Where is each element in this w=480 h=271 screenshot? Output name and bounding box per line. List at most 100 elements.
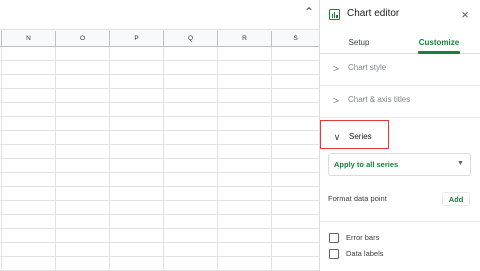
grid-cell[interactable] (218, 89, 272, 103)
grid-cell[interactable] (110, 145, 164, 159)
grid-cell[interactable] (272, 159, 320, 173)
grid-cell[interactable] (164, 243, 218, 257)
grid-cell[interactable] (56, 103, 110, 117)
grid-cell[interactable] (110, 47, 164, 61)
grid-cell[interactable] (272, 103, 320, 117)
grid-cell[interactable] (218, 229, 272, 243)
grid-cell[interactable] (164, 201, 218, 215)
grid-cell[interactable] (164, 89, 218, 103)
grid-cell[interactable] (56, 187, 110, 201)
grid-cell[interactable] (272, 75, 320, 89)
grid-cell[interactable] (2, 47, 56, 61)
grid-cell[interactable] (218, 201, 272, 215)
column-header-q[interactable]: Q (164, 31, 218, 47)
grid-cell[interactable] (110, 201, 164, 215)
grid-cell[interactable] (218, 131, 272, 145)
grid-cell[interactable] (56, 215, 110, 229)
grid-cell[interactable] (164, 117, 218, 131)
grid-cell[interactable] (110, 117, 164, 131)
grid-cell[interactable] (2, 201, 56, 215)
grid-cell[interactable] (56, 243, 110, 257)
grid-cell[interactable] (110, 103, 164, 117)
grid-cell[interactable] (56, 131, 110, 145)
grid-cell[interactable] (110, 187, 164, 201)
grid-cell[interactable] (218, 117, 272, 131)
grid-cell[interactable] (272, 257, 320, 271)
grid-cell[interactable] (218, 159, 272, 173)
grid-cell[interactable] (218, 75, 272, 89)
grid-cell[interactable] (110, 61, 164, 75)
grid-cell[interactable] (164, 47, 218, 61)
grid-cell[interactable] (218, 215, 272, 229)
grid-cell[interactable] (2, 75, 56, 89)
add-format-data-point-button[interactable]: Add (442, 192, 470, 206)
grid-cell[interactable] (2, 117, 56, 131)
grid-cell[interactable] (2, 61, 56, 75)
grid-cell[interactable] (56, 229, 110, 243)
data-labels-option[interactable]: Data labels (328, 248, 468, 262)
grid-cell[interactable] (272, 173, 320, 187)
grid-cell[interactable] (2, 159, 56, 173)
column-header-n[interactable]: N (2, 31, 56, 47)
error-bars-option[interactable]: Error bars (328, 232, 468, 246)
series-select-dropdown[interactable]: Apply to all series ▼ (328, 153, 471, 176)
column-header-o[interactable]: O (56, 31, 110, 47)
column-header-r[interactable]: R (218, 31, 272, 47)
grid-cell[interactable] (110, 229, 164, 243)
grid-cell[interactable] (272, 215, 320, 229)
grid-cell[interactable] (218, 145, 272, 159)
section-chart-axis-titles[interactable]: > Chart & axis titles (320, 86, 480, 118)
grid-cell[interactable] (164, 145, 218, 159)
grid-cell[interactable] (218, 243, 272, 257)
grid-cell[interactable] (272, 243, 320, 257)
grid-cell[interactable] (272, 47, 320, 61)
data-labels-checkbox[interactable] (329, 249, 339, 259)
grid-cell[interactable] (164, 103, 218, 117)
grid-cell[interactable] (56, 173, 110, 187)
grid-cell[interactable] (218, 61, 272, 75)
grid-cell[interactable] (110, 243, 164, 257)
grid-cell[interactable] (56, 117, 110, 131)
grid-cell[interactable] (2, 215, 56, 229)
grid-cell[interactable] (2, 257, 56, 271)
grid-cell[interactable] (164, 159, 218, 173)
column-header-p[interactable]: P (110, 31, 164, 47)
grid-cell[interactable] (218, 47, 272, 61)
grid-cell[interactable] (2, 173, 56, 187)
grid-cell[interactable] (272, 117, 320, 131)
grid-cell[interactable] (56, 47, 110, 61)
collapse-toolbar-icon[interactable]: ⌃ (300, 3, 318, 21)
grid-cell[interactable] (2, 243, 56, 257)
grid-cell[interactable] (272, 187, 320, 201)
grid-cell[interactable] (164, 257, 218, 271)
grid-cell[interactable] (56, 201, 110, 215)
grid-cell[interactable] (218, 103, 272, 117)
grid-cell[interactable] (2, 187, 56, 201)
grid-cell[interactable] (2, 229, 56, 243)
column-header-s[interactable]: S (272, 31, 320, 47)
grid-cell[interactable] (272, 131, 320, 145)
grid-cell[interactable] (164, 61, 218, 75)
close-icon[interactable]: × (458, 8, 472, 22)
grid-cell[interactable] (164, 187, 218, 201)
grid-cell[interactable] (272, 201, 320, 215)
grid-cell[interactable] (164, 229, 218, 243)
grid-cell[interactable] (2, 89, 56, 103)
grid-cell[interactable] (218, 257, 272, 271)
grid-cell[interactable] (56, 159, 110, 173)
grid-cell[interactable] (110, 159, 164, 173)
grid-cell[interactable] (272, 61, 320, 75)
grid-cell[interactable] (164, 173, 218, 187)
grid-cell[interactable] (2, 131, 56, 145)
grid-cell[interactable] (272, 229, 320, 243)
grid-cell[interactable] (218, 173, 272, 187)
grid-cell[interactable] (110, 131, 164, 145)
grid-cell[interactable] (272, 145, 320, 159)
grid-cell[interactable] (56, 89, 110, 103)
grid-cell[interactable] (56, 257, 110, 271)
grid-cell[interactable] (164, 131, 218, 145)
grid-cell[interactable] (110, 257, 164, 271)
grid-cell[interactable] (218, 187, 272, 201)
grid-cell[interactable] (110, 89, 164, 103)
grid-cell[interactable] (110, 75, 164, 89)
